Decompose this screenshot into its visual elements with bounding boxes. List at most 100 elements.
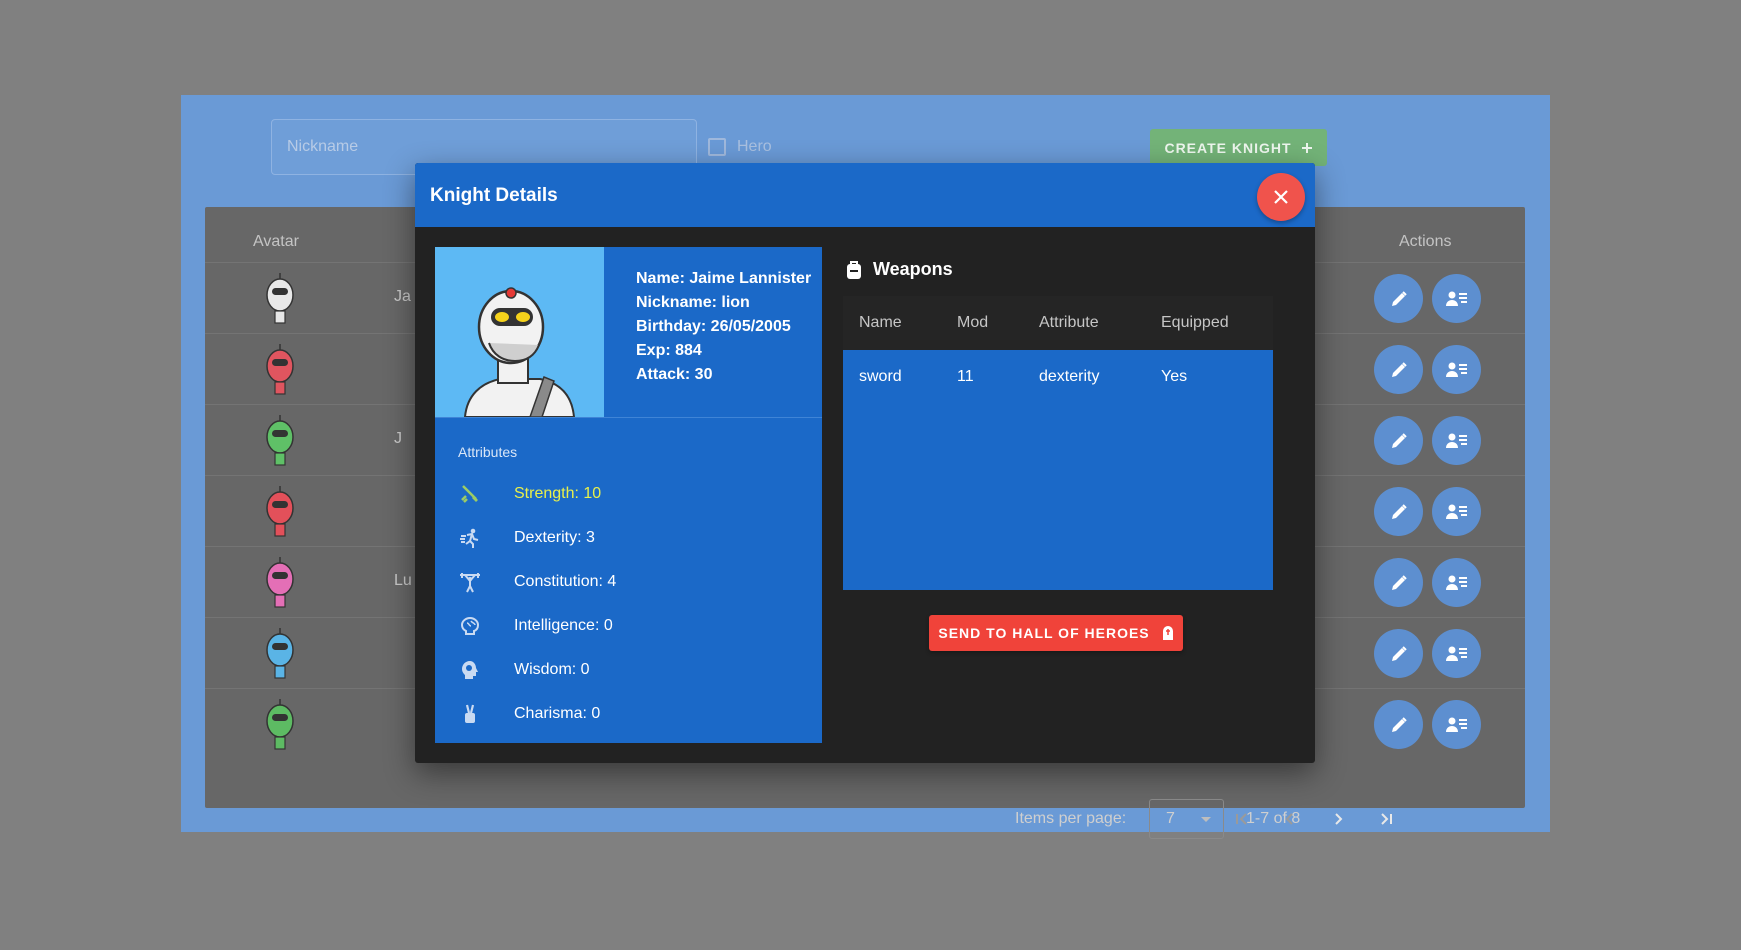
- attribute-label: Wisdom: 0: [514, 661, 590, 678]
- attribute-label: Charisma: 0: [514, 705, 601, 722]
- edit-button[interactable]: [1374, 487, 1423, 536]
- weapons-title: Weapons: [873, 259, 953, 279]
- knight-profile-card: Name: Jaime Lannister Nickname: lion Bir…: [435, 247, 822, 743]
- backpack-icon: [847, 260, 861, 279]
- knight-nickname: Nickname: lion: [636, 294, 750, 311]
- send-label: SEND TO HALL OF HEROES: [938, 625, 1150, 641]
- knight-portrait: [435, 247, 604, 417]
- edit-button[interactable]: [1374, 274, 1423, 323]
- details-button[interactable]: [1432, 487, 1481, 536]
- items-per-page-value: 7: [1166, 810, 1175, 827]
- dropdown-arrow-icon: [1201, 817, 1211, 822]
- avatar: [266, 415, 294, 466]
- knight-avatar-image: [463, 287, 576, 417]
- knight-birthday: Birthday: 26/05/2005: [636, 318, 791, 335]
- first-page-icon: [1236, 813, 1247, 825]
- running-icon: [458, 526, 482, 550]
- attribute-dexterity: Dexterity: 3: [435, 516, 822, 560]
- pencil-icon: [1391, 503, 1407, 519]
- attribute-intelligence: Intelligence: 0: [435, 604, 822, 648]
- person-details-icon: [1445, 504, 1467, 519]
- person-details-icon: [1445, 646, 1467, 661]
- tombstone-icon: [1162, 626, 1173, 640]
- plus-icon: [1301, 142, 1312, 153]
- attribute-label: Dexterity: 3: [514, 529, 595, 546]
- attributes-title: Attributes: [458, 444, 518, 460]
- edit-button[interactable]: [1374, 700, 1423, 749]
- dialog-header: Knight Details: [415, 163, 1315, 227]
- hero-checkbox[interactable]: Hero: [708, 138, 772, 156]
- knight-name: J: [394, 430, 402, 447]
- column-header-attribute: Attribute: [1039, 314, 1099, 331]
- edit-button[interactable]: [1374, 416, 1423, 465]
- nickname-placeholder: Nickname: [287, 138, 359, 155]
- attribute-strength: Strength: 10: [435, 472, 822, 516]
- attribute-label: Constitution: 4: [514, 573, 617, 590]
- avatar: [266, 486, 294, 537]
- knight-name: Lu: [394, 572, 412, 589]
- attribute-label: Strength: 10: [514, 485, 602, 502]
- dialog-title: Knight Details: [430, 185, 558, 206]
- last-page-button[interactable]: [1375, 808, 1397, 830]
- knight-name: Ja: [394, 288, 411, 305]
- pencil-icon: [1391, 645, 1407, 661]
- chevron-left-icon: [1285, 813, 1293, 825]
- details-button[interactable]: [1432, 700, 1481, 749]
- items-per-page-select[interactable]: 7: [1149, 799, 1224, 839]
- person-details-icon: [1445, 575, 1467, 590]
- details-button[interactable]: [1432, 558, 1481, 607]
- person-details-icon: [1445, 717, 1467, 732]
- column-header-equipped: Equipped: [1161, 314, 1229, 331]
- first-page-button[interactable]: [1231, 808, 1253, 830]
- knight-details-dialog: Knight Details Name: Jaime Lannister Nic…: [415, 163, 1315, 763]
- weapon-equipped: Yes: [1161, 368, 1188, 385]
- weightlifter-icon: [458, 570, 482, 594]
- column-header-avatar: Avatar: [253, 233, 299, 250]
- edit-button[interactable]: [1374, 345, 1423, 394]
- column-header-actions: Actions: [1399, 233, 1452, 250]
- checkbox-box[interactable]: [708, 138, 726, 156]
- attribute-label: Intelligence: 0: [514, 617, 613, 634]
- knight-name: Name: Jaime Lannister: [636, 270, 812, 287]
- close-icon: [1274, 190, 1288, 204]
- weapon-mod: 11: [957, 368, 974, 385]
- hero-label: Hero: [737, 138, 772, 155]
- person-details-icon: [1445, 362, 1467, 377]
- edit-button[interactable]: [1374, 629, 1423, 678]
- pencil-icon: [1391, 361, 1407, 377]
- pencil-icon: [1391, 432, 1407, 448]
- create-knight-label: CREATE KNIGHT: [1164, 139, 1292, 156]
- details-button[interactable]: [1432, 345, 1481, 394]
- person-details-icon: [1445, 291, 1467, 306]
- items-per-page-label: Items per page:: [1015, 810, 1127, 827]
- avatar: [266, 699, 294, 750]
- attribute-constitution: Constitution: 4: [435, 560, 822, 604]
- weapons-table-header: Name Mod Attribute Equipped: [843, 296, 1273, 350]
- details-button[interactable]: [1432, 416, 1481, 465]
- knight-exp: Exp: 884: [636, 342, 702, 359]
- divider: [435, 417, 822, 418]
- avatar: [266, 557, 294, 608]
- brain-icon: [458, 614, 482, 638]
- send-to-hall-of-heroes-button[interactable]: SEND TO HALL OF HEROES: [929, 615, 1183, 651]
- details-button[interactable]: [1432, 274, 1481, 323]
- edit-button[interactable]: [1374, 558, 1423, 607]
- create-knight-button[interactable]: CREATE KNIGHT: [1150, 129, 1327, 166]
- chevron-right-icon: [1335, 813, 1343, 825]
- column-header-mod: Mod: [957, 314, 989, 331]
- previous-page-button[interactable]: [1279, 808, 1301, 830]
- avatar: [266, 628, 294, 679]
- details-button[interactable]: [1432, 629, 1481, 678]
- close-button[interactable]: [1257, 173, 1305, 221]
- avatar: [266, 273, 294, 324]
- knight-info: Name: Jaime Lannister Nickname: lion Bir…: [636, 267, 811, 387]
- avatar: [266, 344, 294, 395]
- pencil-icon: [1391, 574, 1407, 590]
- last-page-icon: [1381, 813, 1392, 825]
- weapon-name: sword: [859, 368, 902, 385]
- pencil-icon: [1391, 716, 1407, 732]
- next-page-button[interactable]: [1327, 808, 1349, 830]
- peace-hand-icon: [458, 702, 482, 726]
- pencil-icon: [1391, 290, 1407, 306]
- head-gear-icon: [458, 658, 482, 682]
